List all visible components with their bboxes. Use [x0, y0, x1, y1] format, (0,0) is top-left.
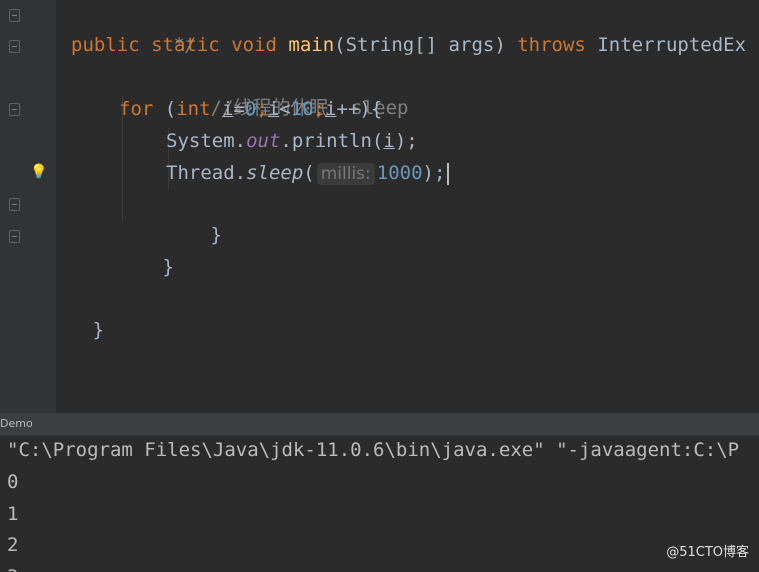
- method-sleep: sleep: [246, 162, 304, 184]
- code-line: }: [119, 189, 222, 246]
- class-thread: Thread.: [166, 162, 247, 184]
- assign-op: =: [233, 98, 245, 120]
- close-brace: }: [210, 224, 222, 246]
- run-panel: Demo "C:\Program Files\Java\jdk-11.0.6\b…: [0, 413, 759, 572]
- parameter-hint: millis:: [316, 163, 375, 185]
- code-area[interactable]: */ public static void main(String[] args…: [56, 0, 759, 413]
- semicolon: ;: [256, 98, 268, 120]
- console-output-line: 3: [7, 562, 18, 572]
- class-system: System.: [166, 130, 247, 152]
- increment-op: ++){: [336, 98, 383, 120]
- fold-marker-icon[interactable]: [9, 40, 20, 53]
- watermark: @51CTO博客: [666, 545, 749, 560]
- exception-type: InterruptedEx: [597, 34, 747, 56]
- paren-open: (: [164, 98, 177, 120]
- fold-marker-icon[interactable]: [9, 230, 20, 243]
- keyword-int: int: [176, 98, 211, 120]
- paren-open: (: [303, 162, 315, 184]
- loop-var: i: [267, 98, 280, 120]
- close-call: );: [394, 130, 418, 152]
- keyword-throws: throws: [517, 34, 586, 56]
- loop-var: i: [383, 130, 395, 152]
- number-literal: 0: [244, 98, 257, 120]
- fold-marker-icon[interactable]: [9, 198, 20, 211]
- code-editor[interactable]: 💡 */ public static void main(String[] ar…: [0, 0, 759, 413]
- number-literal: 10: [290, 98, 314, 120]
- method-params: (String[] args): [334, 34, 506, 56]
- keyword-public: public: [71, 34, 140, 56]
- code-line: }: [24, 284, 104, 341]
- console-command-line: "C:\Program Files\Java\jdk-11.0.6\bin\ja…: [7, 439, 740, 461]
- console-output-line: 0: [7, 471, 19, 493]
- console-output-line: 1: [7, 503, 19, 525]
- code-line: }: [71, 221, 174, 278]
- lightbulb-icon[interactable]: 💡: [30, 164, 47, 180]
- fold-marker-icon[interactable]: [9, 9, 20, 22]
- run-tab-bar: Demo: [0, 413, 759, 436]
- lt-op: <: [279, 98, 291, 120]
- keyword-void: void: [231, 34, 277, 56]
- close-brace: }: [162, 256, 174, 278]
- code-line-println: System.out.println(i);: [166, 126, 418, 157]
- code-line-comment: //线程的休眠 sleep: [119, 62, 409, 119]
- close-call: );: [422, 162, 446, 184]
- ide-window: 💡 */ public static void main(String[] ar…: [0, 0, 759, 572]
- static-field-out: out: [246, 130, 281, 152]
- code-line-for: for (int i=0;i<10;i++){: [119, 94, 382, 125]
- code-line: */: [82, 0, 197, 56]
- fold-marker-icon[interactable]: [9, 103, 20, 116]
- code-line-method-signature: public static void main(String[] args) t…: [71, 30, 746, 61]
- console-output-line: 2: [7, 534, 19, 556]
- close-brace: }: [92, 319, 105, 341]
- method-name: main: [288, 34, 335, 56]
- keyword-static: static: [151, 34, 220, 56]
- number-literal: 1000: [376, 162, 423, 184]
- keyword-for: for: [119, 98, 154, 120]
- text-caret: [447, 162, 450, 185]
- loop-var: i: [325, 98, 337, 120]
- loop-var: i: [222, 98, 234, 120]
- method-println: .println(: [280, 130, 384, 152]
- code-line-sleep: Thread.sleep(millis: 1000);: [166, 158, 450, 189]
- run-tab-demo[interactable]: Demo: [0, 417, 33, 430]
- semicolon: ;: [313, 98, 326, 120]
